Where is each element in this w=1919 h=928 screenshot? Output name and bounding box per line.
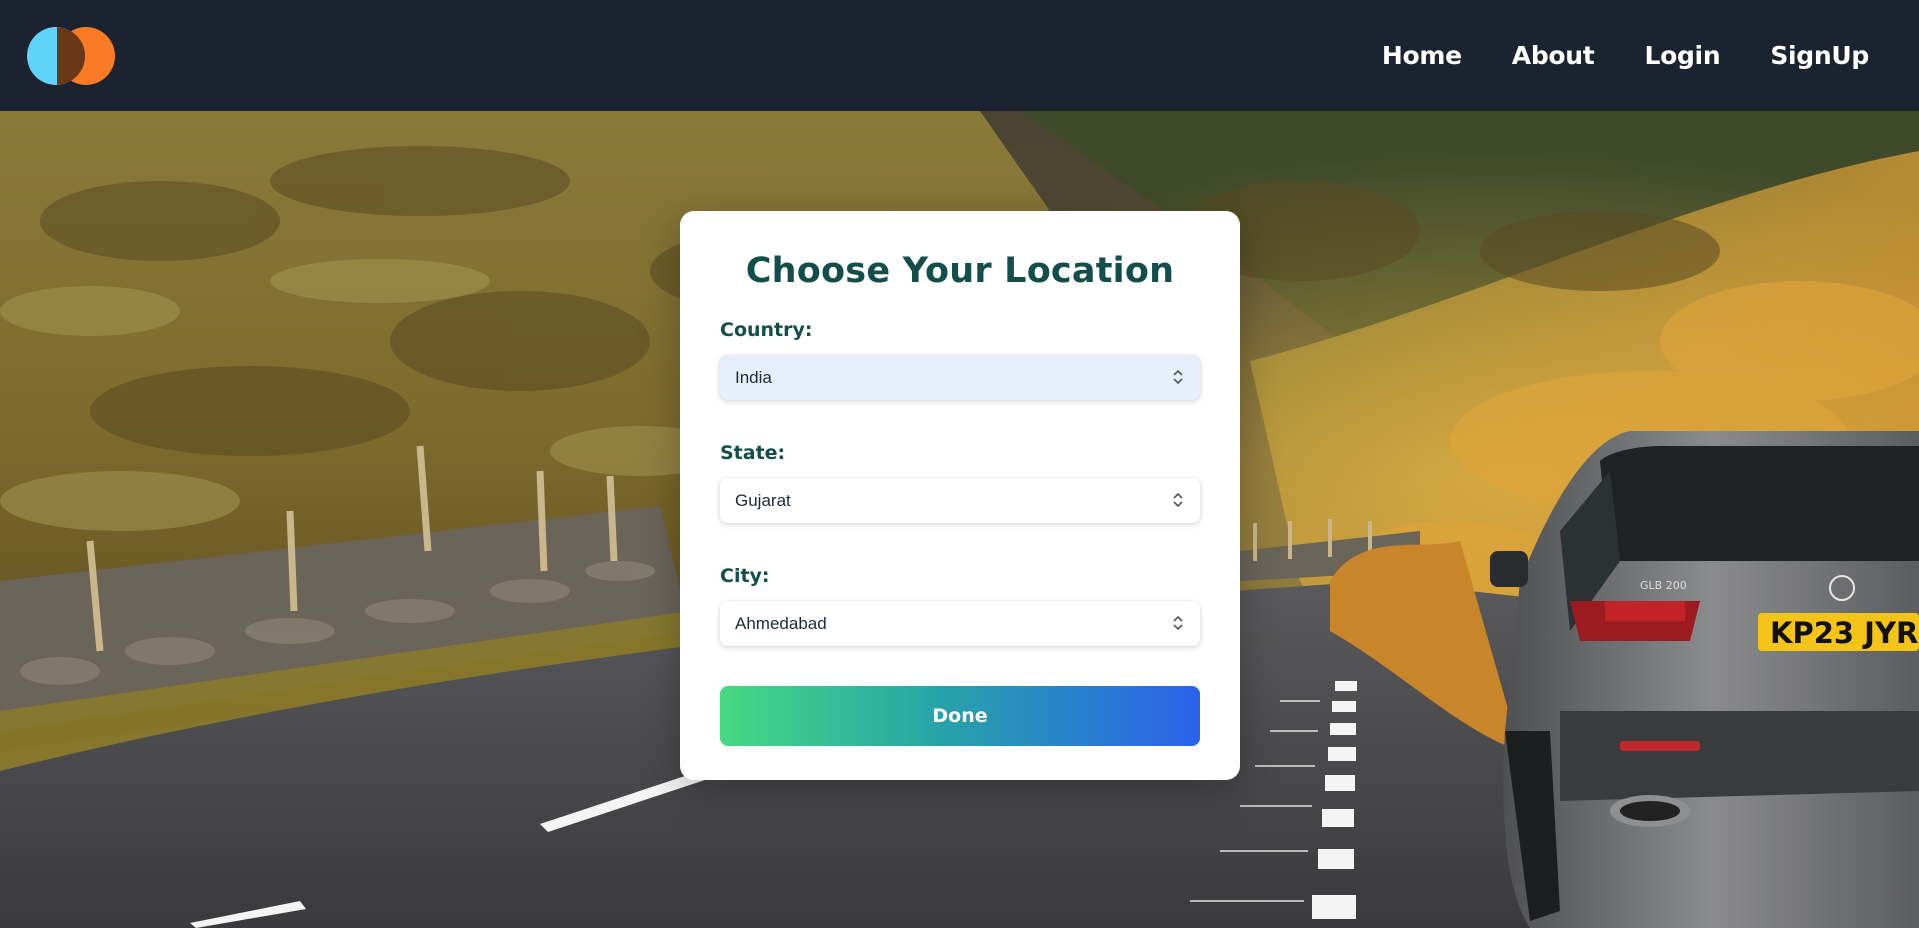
logo-icon[interactable] bbox=[27, 26, 115, 85]
nav-signup-link[interactable]: SignUp bbox=[1770, 41, 1869, 70]
chevron-updown-icon bbox=[1173, 492, 1183, 508]
country-value: India bbox=[735, 367, 772, 387]
city-label: City: bbox=[720, 565, 770, 587]
city-value: Ahmedabad bbox=[735, 613, 827, 633]
state-select[interactable]: Gujarat bbox=[720, 478, 1200, 523]
done-button[interactable]: Done bbox=[720, 686, 1200, 746]
card-title: Choose Your Location bbox=[745, 251, 1175, 291]
state-value: Gujarat bbox=[735, 490, 791, 510]
chevron-updown-icon bbox=[1173, 369, 1183, 385]
svg-text:GLB 200: GLB 200 bbox=[1640, 579, 1687, 592]
nav-home-link[interactable]: Home bbox=[1382, 41, 1462, 70]
state-label: State: bbox=[720, 442, 786, 464]
city-select[interactable]: Ahmedabad bbox=[720, 601, 1200, 646]
country-label: Country: bbox=[720, 319, 813, 341]
nav-links: Home About Login SignUp bbox=[1382, 41, 1869, 70]
top-navbar: Home About Login SignUp bbox=[0, 0, 1919, 111]
location-card: Choose Your Location Country: India Stat… bbox=[680, 211, 1240, 780]
nav-about-link[interactable]: About bbox=[1512, 41, 1595, 70]
chevron-updown-icon bbox=[1173, 615, 1183, 631]
nav-login-link[interactable]: Login bbox=[1644, 41, 1720, 70]
svg-text:KP23 JYR: KP23 JYR bbox=[1770, 616, 1918, 650]
country-select[interactable]: India bbox=[720, 355, 1200, 400]
logo-overlap bbox=[57, 26, 85, 85]
